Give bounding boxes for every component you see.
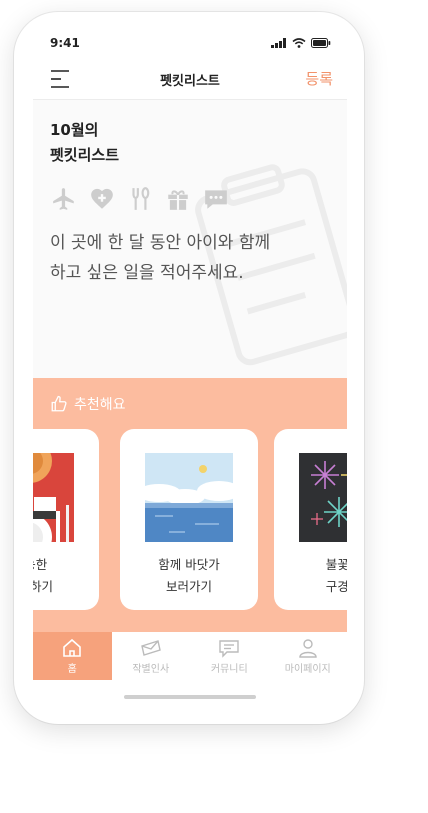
app-screen: 9:41 펫킷리스트 등록 10월의 펫킷리스트 이 곳에 한 달 동안 아이와… [33, 28, 347, 708]
card-caption-line1: 함께 바닷가 [158, 557, 220, 572]
tab-community[interactable]: 커뮤니티 [190, 632, 269, 680]
gift-icon[interactable] [165, 186, 191, 212]
chat-icon[interactable] [203, 186, 229, 212]
battery-icon [311, 38, 331, 48]
recommend-title: 추천해요 [74, 397, 126, 413]
chat-bubble-icon [219, 640, 239, 658]
top-navigation: 펫킷리스트 등록 [33, 62, 347, 100]
card-caption: 불꽃놀 구경하 [274, 554, 347, 598]
tab-home[interactable]: 홈 [33, 632, 112, 680]
tab-label: 커뮤니티 [210, 664, 248, 675]
tab-label: 마이페이지 [284, 664, 331, 675]
register-button[interactable]: 등록 [305, 68, 333, 89]
headline-line1: 10월의 [50, 121, 99, 139]
card-caption-line2: 외식하기 [33, 579, 53, 594]
heart-plus-icon[interactable] [89, 186, 115, 212]
month-headline: 10월의 펫킷리스트 [50, 118, 119, 168]
page-title: 펫킷리스트 [160, 74, 220, 89]
home-icon [63, 638, 82, 657]
tab-mypage[interactable]: 마이페이지 [269, 632, 348, 680]
card-caption-line1: 가능한 [33, 557, 48, 572]
recommend-card[interactable]: 불꽃놀 구경하 [274, 429, 347, 610]
status-icons [271, 38, 331, 48]
person-icon [299, 639, 317, 658]
wifi-icon [292, 38, 306, 48]
bucketlist-input-area[interactable]: 10월의 펫킷리스트 이 곳에 한 달 동안 아이와 함께 하고 싶은 일을 적… [33, 100, 347, 378]
airplane-icon[interactable] [51, 186, 77, 212]
signal-icon [271, 38, 286, 48]
card-caption: 함께 바닷가 보러가기 [120, 554, 258, 598]
card-caption-line2: 보러가기 [165, 579, 212, 594]
card-caption: 가능한 외식하기 [33, 554, 99, 598]
home-indicator [124, 695, 256, 699]
description-line1: 이 곳에 한 달 동안 아이와 함께 [50, 233, 271, 253]
recommend-section: 추천해요 가능한 외식하기 [33, 378, 347, 632]
status-bar: 9:41 [33, 28, 347, 62]
letter-icon [140, 640, 161, 656]
recommend-header: 추천해요 [50, 394, 126, 414]
recommend-card[interactable]: 가능한 외식하기 [33, 429, 99, 610]
headline-line2: 펫킷리스트 [50, 146, 120, 164]
thumbs-up-icon [51, 395, 67, 412]
bottom-tab-bar: 홈 작별인사 커뮤니티 마이페이지 [33, 632, 347, 680]
tab-label: 작별인사 [132, 664, 170, 675]
description-line2: 하고 싶은 일을 적어주세요. [50, 263, 244, 283]
category-icons [51, 186, 229, 212]
fork-spoon-icon[interactable] [127, 186, 153, 212]
card-image-seaside [145, 453, 233, 542]
status-time: 9:41 [50, 36, 80, 50]
card-image-fireworks [299, 453, 347, 542]
tab-label: 홈 [67, 664, 77, 675]
tab-farewell[interactable]: 작별인사 [112, 632, 191, 680]
input-placeholder-text: 이 곳에 한 달 동안 아이와 함께 하고 싶은 일을 적어주세요. [50, 228, 270, 288]
card-image-dining [33, 453, 74, 542]
card-caption-line1: 불꽃놀 [325, 557, 347, 572]
recommend-card[interactable]: 함께 바닷가 보러가기 [120, 429, 258, 610]
card-caption-line2: 구경하 [325, 579, 347, 594]
